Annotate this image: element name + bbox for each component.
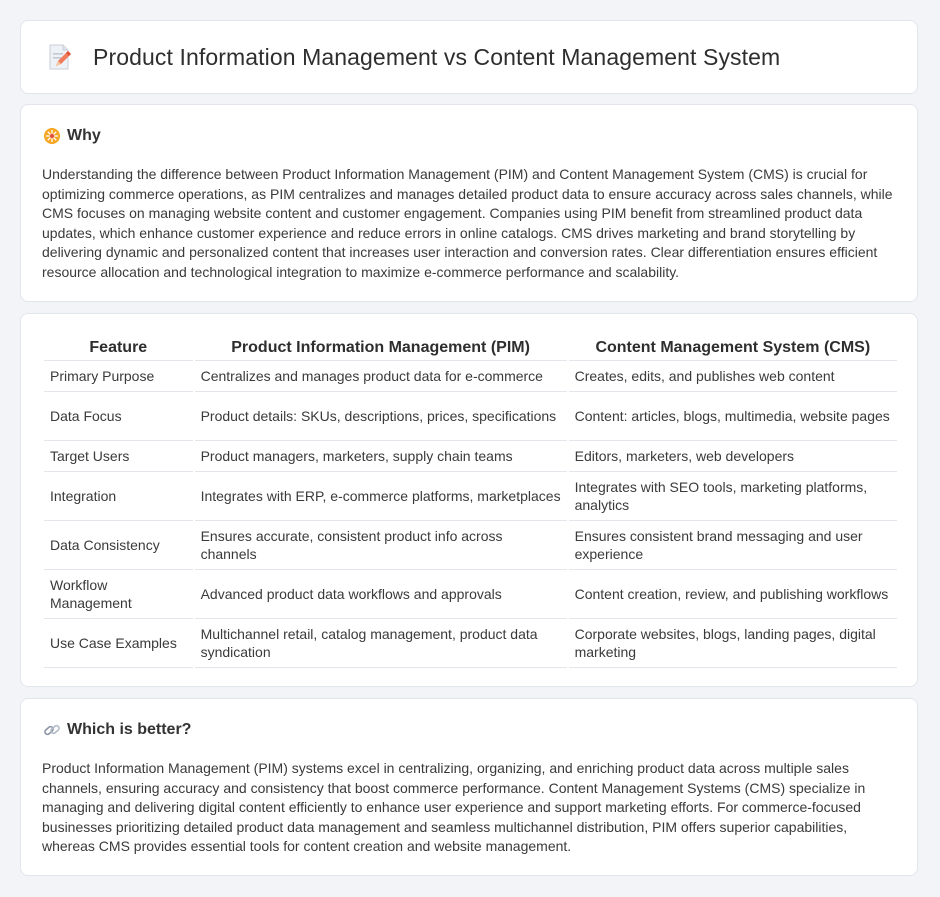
- which-better-section: Which is better? Product Information Man…: [20, 698, 918, 876]
- link-icon: [43, 721, 61, 739]
- why-title: Why: [67, 127, 101, 144]
- cms-cell: Content: articles, blogs, multimedia, we…: [568, 392, 897, 441]
- feature-cell: Workflow Management: [44, 570, 193, 619]
- cms-cell: Content creation, review, and publishing…: [568, 570, 897, 619]
- why-section: Why Understanding the difference between…: [20, 104, 918, 302]
- cms-cell: Corporate websites, blogs, landing pages…: [568, 619, 897, 668]
- cms-cell: Editors, marketers, web developers: [568, 441, 897, 472]
- feature-cell: Data Focus: [44, 392, 193, 441]
- pim-cell: Advanced product data workflows and appr…: [194, 570, 567, 619]
- table-row: Data Consistency Ensures accurate, consi…: [44, 521, 897, 570]
- cms-cell: Integrates with SEO tools, marketing pla…: [568, 472, 897, 521]
- pim-cell: Multichannel retail, catalog management,…: [194, 619, 567, 668]
- feature-cell: Target Users: [44, 441, 193, 472]
- pim-cell: Centralizes and manages product data for…: [194, 361, 567, 392]
- comparison-table-card: Feature Product Information Management (…: [20, 313, 918, 687]
- document-pencil-icon: [47, 43, 73, 71]
- table-row: Use Case Examples Multichannel retail, c…: [44, 619, 897, 668]
- page-title: Product Information Management vs Conten…: [93, 43, 781, 70]
- table-header-row: Feature Product Information Management (…: [44, 334, 897, 361]
- pim-cell: Product details: SKUs, descriptions, pri…: [194, 392, 567, 441]
- table-row: Primary Purpose Centralizes and manages …: [44, 361, 897, 392]
- better-text: Product Information Management (PIM) sys…: [42, 760, 866, 854]
- why-text: Understanding the difference between Pro…: [42, 166, 893, 280]
- cms-cell: Ensures consistent brand messaging and u…: [568, 521, 897, 570]
- header-card: Product Information Management vs Conten…: [20, 20, 918, 94]
- table-row: Data Focus Product details: SKUs, descri…: [44, 392, 897, 441]
- fireworks-icon: [43, 127, 61, 145]
- table-row: Integration Integrates with ERP, e-comme…: [44, 472, 897, 521]
- table-header-cms: Content Management System (CMS): [568, 334, 897, 361]
- pim-cell: Product managers, marketers, supply chai…: [194, 441, 567, 472]
- comparison-table: Feature Product Information Management (…: [42, 334, 899, 668]
- feature-cell: Use Case Examples: [44, 619, 193, 668]
- title-row: Product Information Management vs Conten…: [47, 43, 780, 71]
- why-heading: Why: [43, 127, 101, 145]
- table-row: Workflow Management Advanced product dat…: [44, 570, 897, 619]
- pim-cell: Integrates with ERP, e-commerce platform…: [194, 472, 567, 521]
- table-header-pim: Product Information Management (PIM): [194, 334, 567, 361]
- better-title: Which is better?: [67, 721, 192, 738]
- cms-cell: Creates, edits, and publishes web conten…: [568, 361, 897, 392]
- table-header-feature: Feature: [44, 334, 193, 361]
- better-heading: Which is better?: [43, 721, 191, 739]
- feature-cell: Integration: [44, 472, 193, 521]
- pim-cell: Ensures accurate, consistent product inf…: [194, 521, 567, 570]
- feature-cell: Primary Purpose: [44, 361, 193, 392]
- feature-cell: Data Consistency: [44, 521, 193, 570]
- table-row: Target Users Product managers, marketers…: [44, 441, 897, 472]
